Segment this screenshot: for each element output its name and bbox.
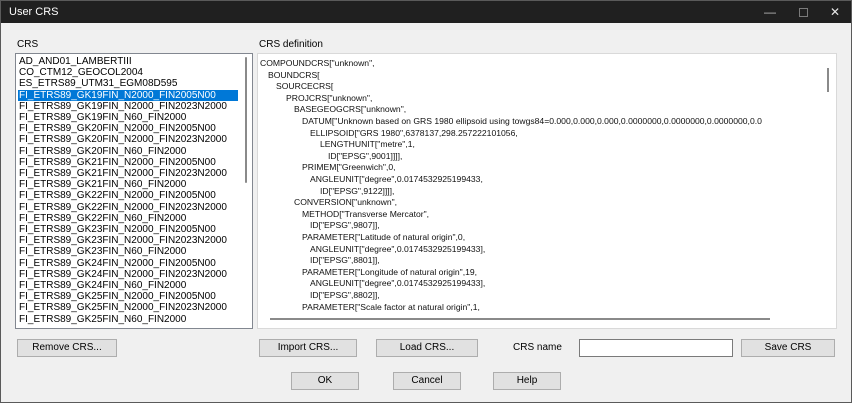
crs-list-item[interactable]: FI_ETRS89_GK24FIN_N2000_FIN2005N00 xyxy=(18,258,238,269)
definition-line: PRIMEM["Greenwich",0, xyxy=(302,162,396,173)
definition-line: ID["EPSG",9001]]]], xyxy=(328,150,403,161)
crs-list-item[interactable]: FI_ETRS89_GK22FIN_N60_FIN2000 xyxy=(18,213,238,224)
crs-list-item[interactable]: FI_ETRS89_GK19FIN_N60_FIN2000 xyxy=(18,112,238,123)
definition-line: ID["EPSG",8802]], xyxy=(310,290,380,300)
definition-line: CONVERSION["unknown", xyxy=(294,197,398,208)
crs-list-item[interactable]: FI_ETRS89_GK25FIN_N2000_FIN2005N00 xyxy=(18,291,238,302)
crs-label: CRS xyxy=(17,39,39,50)
close-button[interactable]: ✕ xyxy=(818,1,852,23)
window-title: User CRS xyxy=(9,6,59,18)
user-crs-dialog: User CRS — ✕ CRS CRS definition AD_AND01… xyxy=(0,0,852,403)
crs-list-item[interactable]: ES_ETRS89_UTM31_EGM08D595 xyxy=(18,78,238,89)
crs-list-scroll-thumb[interactable] xyxy=(245,57,247,183)
maximize-icon xyxy=(798,8,808,18)
crs-list-item[interactable]: CO_CTM12_GEOCOL2004 xyxy=(18,67,238,78)
definition-line: ANGLEUNIT["degree",0.0174532925199433, xyxy=(310,174,483,184)
crs-listbox[interactable]: AD_AND01_LAMBERTIII CO_CTM12_GEOCOL2004 ES… xyxy=(15,53,253,329)
crs-list-item[interactable]: FI_ETRS89_GK24FIN_N60_FIN2000 xyxy=(18,280,238,291)
definition-line: BASEGEOGCRS["unknown", xyxy=(294,104,407,115)
help-button[interactable]: Help xyxy=(493,372,561,390)
definition-line: BOUNDCRS[ xyxy=(268,69,320,80)
definition-line: ID["EPSG",9122]]]], xyxy=(320,185,395,196)
minimize-button[interactable]: — xyxy=(753,1,787,23)
definition-line: LENGTHUNIT["metre",1, xyxy=(320,139,415,150)
definition-line: ANGLEUNIT["degree",0.0174532925199433], xyxy=(310,278,486,289)
title-bar[interactable]: User CRS — ✕ xyxy=(1,1,851,23)
import-crs-button[interactable]: Import CRS... xyxy=(259,339,357,357)
maximize-button[interactable] xyxy=(786,1,820,23)
crs-name-label: CRS name xyxy=(513,342,562,353)
definition-line: ANGLEUNIT["degree",0.0174532925199433], xyxy=(310,243,486,254)
cancel-button[interactable]: Cancel xyxy=(393,372,461,390)
crs-definition-textarea[interactable]: PARAMETER["Scale factor at natural origi… xyxy=(257,53,837,329)
crs-list-scrollbar[interactable] xyxy=(241,55,251,327)
definition-vertical-scroll-thumb[interactable] xyxy=(827,68,829,92)
crs-list-item[interactable]: FI_ETRS89_GK19FIN_N2000_FIN2005N00 xyxy=(18,89,238,101)
ok-button[interactable]: OK xyxy=(291,372,359,390)
crs-list-item[interactable]: FI_ETRS89_GK24FIN_N2000_FIN2023N2000 xyxy=(18,269,238,280)
definition-line: ID["EPSG",8801]], xyxy=(310,255,380,266)
crs-definition-label: CRS definition xyxy=(259,39,323,50)
definition-line: PARAMETER["Scale factor at natural origi… xyxy=(302,301,480,312)
definition-horizontal-scroll-thumb[interactable] xyxy=(270,318,770,320)
crs-list-item[interactable]: FI_ETRS89_GK21FIN_N60_FIN2000 xyxy=(18,179,238,190)
definition-line: ELLIPSOID["GRS 1980",6378137,298.2572221… xyxy=(310,127,518,138)
definition-line: PROJCRS["unknown", xyxy=(286,92,373,103)
definition-line: ID["EPSG",9807]], xyxy=(310,220,380,231)
crs-list-item[interactable]: FI_ETRS89_GK23FIN_N2000_FIN2005N00 xyxy=(18,224,238,235)
load-crs-button[interactable]: Load CRS... xyxy=(376,339,478,357)
crs-name-input[interactable] xyxy=(579,339,733,357)
crs-list-item[interactable]: FI_ETRS89_GK21FIN_N2000_FIN2005N00 xyxy=(18,157,238,168)
crs-list-item[interactable]: FI_ETRS89_GK25FIN_N60_FIN2000 xyxy=(18,314,238,325)
remove-crs-button[interactable]: Remove CRS... xyxy=(17,339,117,357)
crs-list-item[interactable]: FI_ETRS89_GK20FIN_N60_FIN2000 xyxy=(18,146,238,157)
crs-list-item[interactable]: FI_ETRS89_GK21FIN_N2000_FIN2023N2000 xyxy=(18,168,238,179)
definition-line: PARAMETER["Longitude of natural origin",… xyxy=(302,266,478,277)
crs-list-item[interactable]: FI_ETRS89_GK19FIN_N2000_FIN2023N2000 xyxy=(18,101,238,112)
definition-line: DATUM["Unknown based on GRS 1980 ellipso… xyxy=(302,116,762,126)
definition-line: COMPOUNDCRS["unknown", xyxy=(260,58,375,68)
definition-line: SOURCECRS[ xyxy=(276,81,334,92)
crs-list-item[interactable]: FI_ETRS89_GK20FIN_N2000_FIN2023N2000 xyxy=(18,134,238,145)
definition-line: METHOD["Transverse Mercator", xyxy=(302,208,430,219)
save-crs-button[interactable]: Save CRS xyxy=(741,339,835,357)
crs-list-item[interactable]: FI_ETRS89_GK22FIN_N2000_FIN2005N00 xyxy=(18,190,238,201)
definition-line: PARAMETER["Latitude of natural origin",0… xyxy=(302,232,466,242)
crs-list-item[interactable]: AD_AND01_LAMBERTIII xyxy=(18,56,238,67)
crs-list-item[interactable]: FI_ETRS89_GK22FIN_N2000_FIN2023N2000 xyxy=(18,202,238,213)
crs-list-item[interactable]: FI_ETRS89_GK23FIN_N60_FIN2000 xyxy=(18,246,238,257)
crs-list-item[interactable]: FI_ETRS89_GK25FIN_N2000_FIN2023N2000 xyxy=(18,302,238,313)
crs-list-item[interactable]: FI_ETRS89_GK20FIN_N2000_FIN2005N00 xyxy=(18,123,238,134)
crs-list-item[interactable]: FI_ETRS89_GK23FIN_N2000_FIN2023N2000 xyxy=(18,235,238,246)
